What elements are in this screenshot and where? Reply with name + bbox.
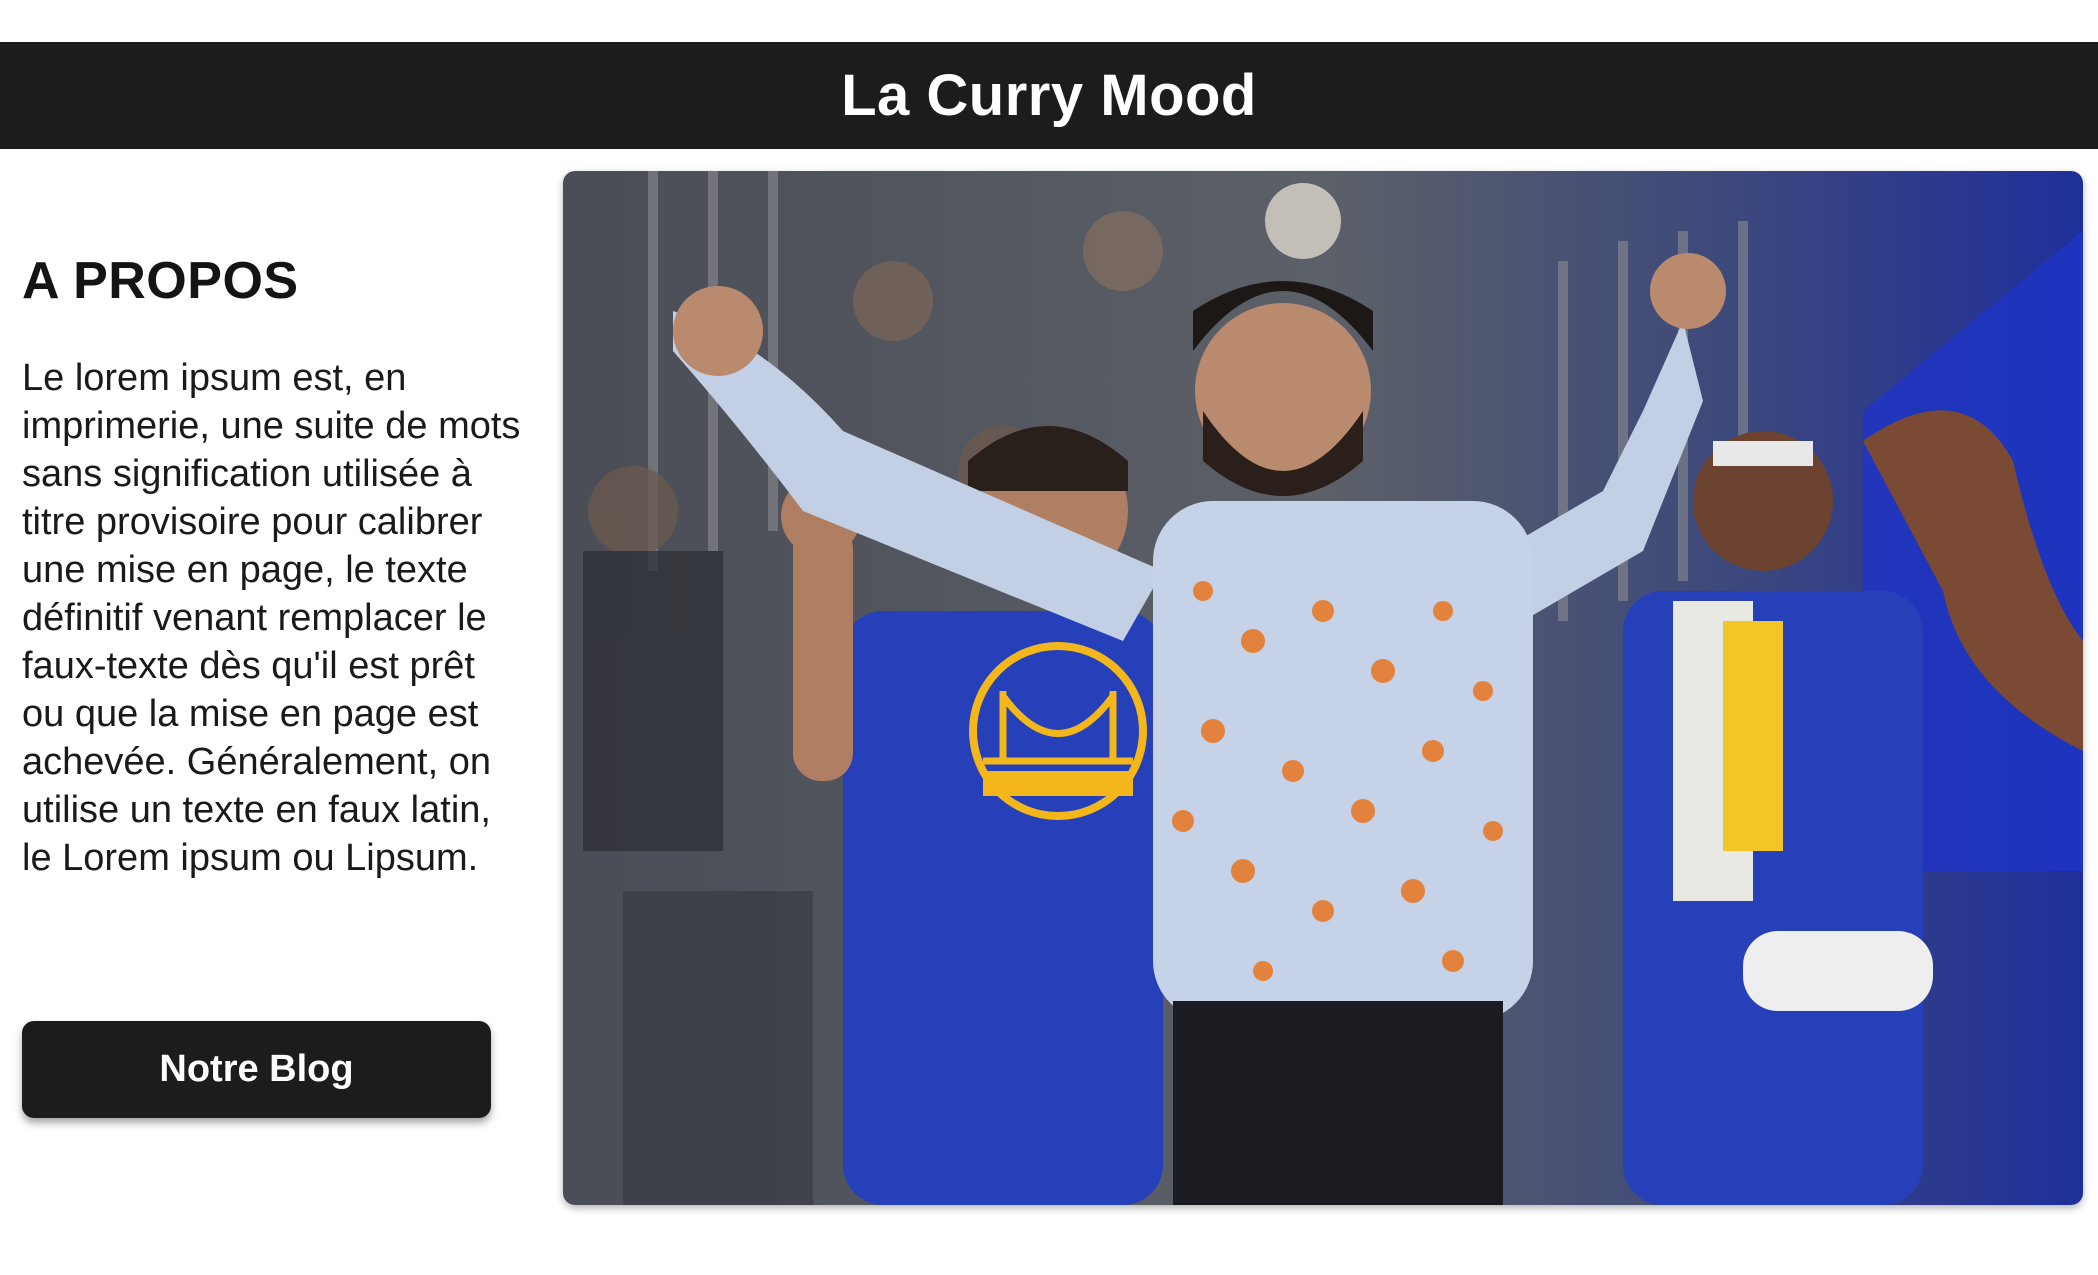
about-heading: A PROPOS [22, 252, 299, 310]
about-text: Le lorem ipsum est, en imprimerie, une s… [22, 357, 521, 880]
site-header: La Curry Mood [0, 42, 2098, 149]
site-title: La Curry Mood [841, 63, 1257, 128]
basketball-bench-photo [563, 171, 2083, 1205]
blog-button[interactable]: Notre Blog [22, 1021, 491, 1118]
about-section: A PROPOS Le lorem ipsum est, en imprimer… [22, 250, 542, 882]
hero-photo [563, 171, 2083, 1205]
